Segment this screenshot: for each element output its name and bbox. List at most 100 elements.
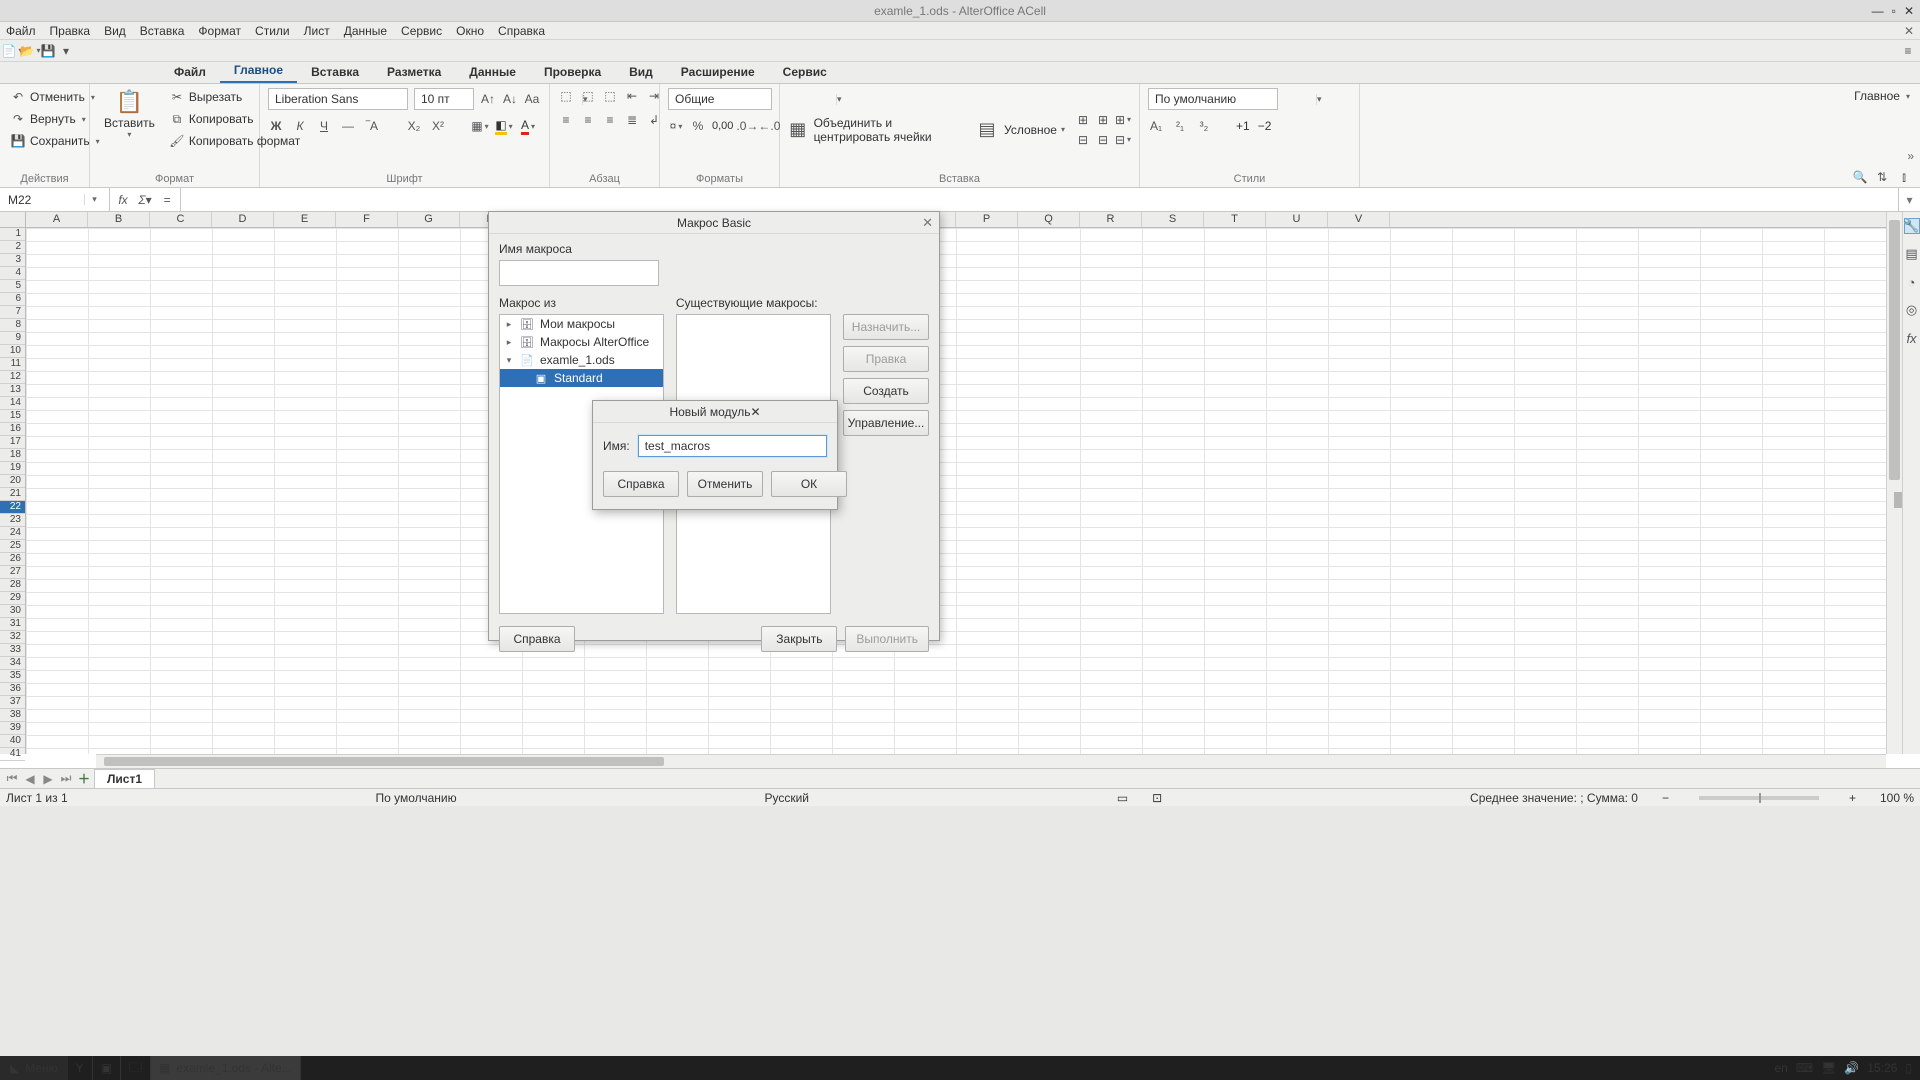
sheet-prev-icon[interactable]: ◀	[22, 772, 38, 786]
border-button[interactable]: ▦	[472, 118, 488, 134]
name-box-dropdown-icon[interactable]: ▾	[84, 194, 104, 205]
column-header-T[interactable]: T	[1204, 212, 1266, 227]
tray-clock[interactable]: 15:26	[1867, 1061, 1897, 1075]
row-header-25[interactable]: 25	[0, 540, 25, 553]
save-button-ribbon[interactable]: 💾Сохранить	[8, 132, 102, 150]
align-right-icon[interactable]: ≡	[602, 112, 618, 128]
tab-data[interactable]: Данные	[455, 61, 530, 83]
macro-name-input[interactable]	[499, 260, 659, 286]
menu-format[interactable]: Формат	[198, 24, 241, 38]
row-headers[interactable]: 1234567891011121314151617181920212223242…	[0, 228, 26, 754]
tree-expander-icon[interactable]: ▸	[504, 319, 514, 330]
column-header-U[interactable]: U	[1266, 212, 1328, 227]
tab-service[interactable]: Сервис	[769, 61, 841, 83]
row-header-27[interactable]: 27	[0, 566, 25, 579]
column-header-R[interactable]: R	[1080, 212, 1142, 227]
tray-show-desktop-icon[interactable]: ▯	[1905, 1061, 1912, 1075]
cell-style-input[interactable]	[1149, 92, 1316, 106]
undo-button[interactable]: ↶Отменить	[8, 88, 97, 106]
tree-node-file[interactable]: examle_1.ods	[540, 353, 615, 367]
sidepanel-navigator-icon[interactable]: ◎	[1904, 302, 1920, 318]
inc-zoom-style[interactable]: +1	[1236, 119, 1250, 133]
module-cancel-button[interactable]: Отменить	[687, 471, 763, 497]
row-header-5[interactable]: 5	[0, 280, 25, 293]
column-header-V[interactable]: V	[1328, 212, 1390, 227]
menu-help[interactable]: Справка	[498, 24, 545, 38]
decrease-font-icon[interactable]: A↓	[502, 91, 518, 107]
row-header-41[interactable]: 41	[0, 748, 25, 761]
fill-color-button[interactable]: ◧	[496, 118, 512, 134]
row-header-9[interactable]: 9	[0, 332, 25, 345]
tray-display-icon[interactable]: 🖥	[1821, 1061, 1836, 1075]
macro-help-button[interactable]: Справка	[499, 626, 575, 652]
horizontal-scrollbar[interactable]	[96, 754, 1886, 768]
ribbon-menu-icon[interactable]: ≡	[1900, 43, 1916, 59]
window-maximize-icon[interactable]: ▫	[1892, 4, 1896, 18]
taskbar-app-3[interactable]: 🗔	[121, 1056, 151, 1080]
sheet-last-icon[interactable]: ⏭	[58, 771, 74, 786]
dec-inc-icon[interactable]: .0→	[739, 118, 755, 134]
row-header-23[interactable]: 23	[0, 514, 25, 527]
cells-grid[interactable]	[26, 228, 1886, 754]
equals-icon[interactable]: =	[158, 193, 176, 207]
row-header-32[interactable]: 32	[0, 631, 25, 644]
window-minimize-icon[interactable]: —	[1872, 4, 1884, 18]
row-header-3[interactable]: 3	[0, 254, 25, 267]
currency-icon[interactable]: ¤	[668, 118, 684, 134]
superscript-icon[interactable]: X²	[430, 118, 446, 134]
percent-icon[interactable]: %	[690, 118, 706, 134]
del-rows-icon[interactable]: ⊟	[1075, 132, 1091, 148]
row-header-28[interactable]: 28	[0, 579, 25, 592]
manage-button[interactable]: Управление...	[843, 410, 929, 436]
column-header-A[interactable]: A	[26, 212, 88, 227]
row-header-22[interactable]: 22	[0, 501, 25, 514]
tree-node-my[interactable]: Мои макросы	[540, 317, 615, 331]
indent-dec-icon[interactable]: ⇤	[624, 88, 640, 104]
ribbon-overflow-icon[interactable]: »	[1907, 149, 1914, 163]
row-header-6[interactable]: 6	[0, 293, 25, 306]
row-header-20[interactable]: 20	[0, 475, 25, 488]
sidepanel-gallery-icon[interactable]: ◔	[1904, 274, 1920, 290]
row-header-13[interactable]: 13	[0, 384, 25, 397]
style-h1-icon[interactable]: A₁	[1148, 118, 1164, 134]
ins-cols-icon[interactable]: ⊞	[1095, 112, 1111, 128]
module-ok-button[interactable]: ОК	[771, 471, 847, 497]
subscript-icon[interactable]: X₂	[406, 118, 422, 134]
sort-button[interactable]: ⇅	[1874, 169, 1890, 185]
status-style[interactable]: По умолчанию	[375, 791, 456, 805]
increase-font-icon[interactable]: A↑	[480, 91, 496, 107]
formula-expand-icon[interactable]: ▾	[1898, 188, 1920, 211]
column-header-B[interactable]: B	[88, 212, 150, 227]
row-header-35[interactable]: 35	[0, 670, 25, 683]
sidepanel-properties-icon[interactable]: 🔧	[1904, 218, 1920, 234]
row-header-21[interactable]: 21	[0, 488, 25, 501]
row-header-26[interactable]: 26	[0, 553, 25, 566]
align-bottom-icon[interactable]: ⬚	[602, 88, 618, 104]
column-header-S[interactable]: S	[1142, 212, 1204, 227]
start-menu-button[interactable]: ◣ Меню	[0, 1056, 68, 1080]
status-lang[interactable]: Русский	[764, 791, 809, 805]
vertical-splitter[interactable]	[1894, 492, 1902, 508]
style-h3-icon[interactable]: ³₂	[1196, 118, 1212, 134]
sum-icon[interactable]: Σ▾	[136, 193, 154, 207]
merge-cells-button[interactable]: ▦ Объединить и центрировать ячейки	[788, 116, 964, 144]
align-top-icon[interactable]: ⬚	[558, 88, 574, 104]
tree-expander-icon[interactable]: ▸	[504, 337, 514, 348]
tree-node-standard[interactable]: Standard	[554, 371, 603, 385]
create-button[interactable]: Создать	[843, 378, 929, 404]
column-header-Q[interactable]: Q	[1018, 212, 1080, 227]
status-aggregate[interactable]: Среднее значение: ; Сумма: 0	[1470, 791, 1638, 805]
strike-button[interactable]: —	[340, 118, 356, 134]
row-header-10[interactable]: 10	[0, 345, 25, 358]
row-header-11[interactable]: 11	[0, 358, 25, 371]
row-header-7[interactable]: 7	[0, 306, 25, 319]
align-left-icon[interactable]: ≡	[558, 112, 574, 128]
dec-dec-icon[interactable]: ←.0	[761, 118, 777, 134]
find-button[interactable]: 🔍	[1852, 169, 1868, 185]
sheet-first-icon[interactable]: ⏮	[4, 771, 20, 786]
column-header-D[interactable]: D	[212, 212, 274, 227]
window-close-icon[interactable]: ✕	[1904, 4, 1914, 18]
del-cells-icon[interactable]: ⊟	[1115, 132, 1131, 148]
new-module-close-icon[interactable]: ✕	[750, 405, 760, 419]
menu-view[interactable]: Вид	[104, 24, 126, 38]
